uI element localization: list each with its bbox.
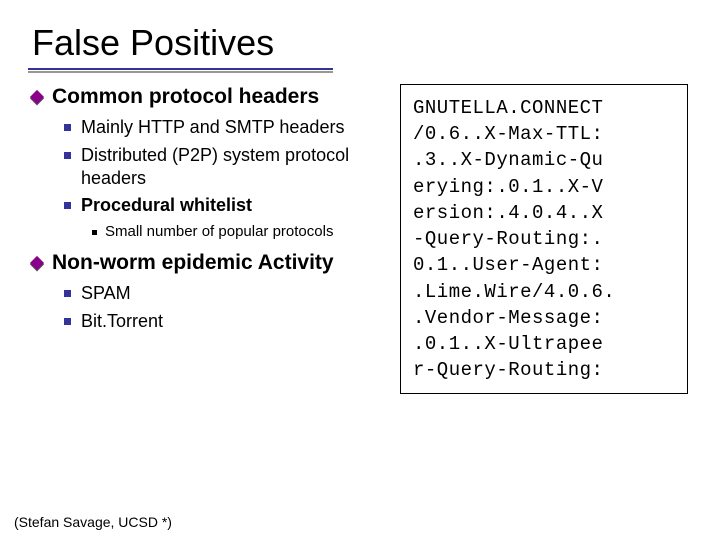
bullet-non-worm: Non-worm epidemic Activity SPAM Bit.Torr… bbox=[32, 250, 372, 333]
dump-line: .Vendor-Message: bbox=[413, 307, 603, 329]
dump-line: r-Query-Routing: bbox=[413, 359, 603, 381]
square-icon bbox=[64, 124, 71, 131]
square-icon bbox=[64, 318, 71, 325]
body-row: Common protocol headers Mainly HTTP and … bbox=[32, 84, 688, 394]
dump-line: .0.1..X-Ultrapee bbox=[413, 333, 603, 355]
protocol-dump-box: GNUTELLA.CONNECT /0.6..X-Max-TTL: .3..X-… bbox=[400, 84, 688, 394]
lvl1-text: Non-worm epidemic Activity bbox=[52, 250, 334, 276]
list-item: Mainly HTTP and SMTP headers bbox=[64, 116, 372, 139]
square-icon bbox=[64, 152, 71, 159]
title-underline bbox=[28, 68, 333, 70]
dump-line: GNUTELLA.CONNECT bbox=[413, 97, 603, 119]
square-icon bbox=[64, 202, 71, 209]
list-item: Bit.Torrent bbox=[64, 310, 372, 333]
item-text: Procedural whitelist bbox=[81, 194, 252, 217]
dot-icon bbox=[92, 230, 97, 235]
item-text: Mainly HTTP and SMTP headers bbox=[81, 116, 344, 139]
list-item: Small number of popular protocols bbox=[92, 222, 372, 242]
lvl2-list-1: Mainly HTTP and SMTP headers Distributed… bbox=[64, 116, 372, 218]
footer-attribution: (Stefan Savage, UCSD *) bbox=[14, 514, 172, 530]
dump-line: -Query-Routing:. bbox=[413, 228, 603, 250]
dump-line: ersion:.4.0.4..X bbox=[413, 202, 603, 224]
item-text: Bit.Torrent bbox=[81, 310, 163, 333]
lvl3-list: Small number of popular protocols bbox=[92, 222, 372, 242]
bullet-common-protocol: Common protocol headers Mainly HTTP and … bbox=[32, 84, 372, 242]
dump-line: 0.1..User-Agent: bbox=[413, 254, 603, 276]
square-icon bbox=[64, 290, 71, 297]
lvl2-list-2: SPAM Bit.Torrent bbox=[64, 282, 372, 333]
list-item: Distributed (P2P) system protocol header… bbox=[64, 144, 372, 191]
list-item: Procedural whitelist bbox=[64, 194, 372, 217]
dump-line: .Lime.Wire/4.0.6. bbox=[413, 281, 615, 303]
dump-line: .3..X-Dynamic-Qu bbox=[413, 149, 603, 171]
item-text: Small number of popular protocols bbox=[105, 222, 333, 242]
left-column: Common protocol headers Mainly HTTP and … bbox=[32, 84, 372, 341]
diamond-icon bbox=[30, 90, 44, 104]
item-text: Distributed (P2P) system protocol header… bbox=[81, 144, 372, 191]
dump-line: /0.6..X-Max-TTL: bbox=[413, 123, 603, 145]
item-text: SPAM bbox=[81, 282, 131, 305]
list-item: SPAM bbox=[64, 282, 372, 305]
dump-line: erying:.0.1..X-V bbox=[413, 176, 603, 198]
lvl1-text: Common protocol headers bbox=[52, 84, 319, 110]
diamond-icon bbox=[30, 256, 44, 270]
slide-title: False Positives bbox=[32, 22, 688, 64]
